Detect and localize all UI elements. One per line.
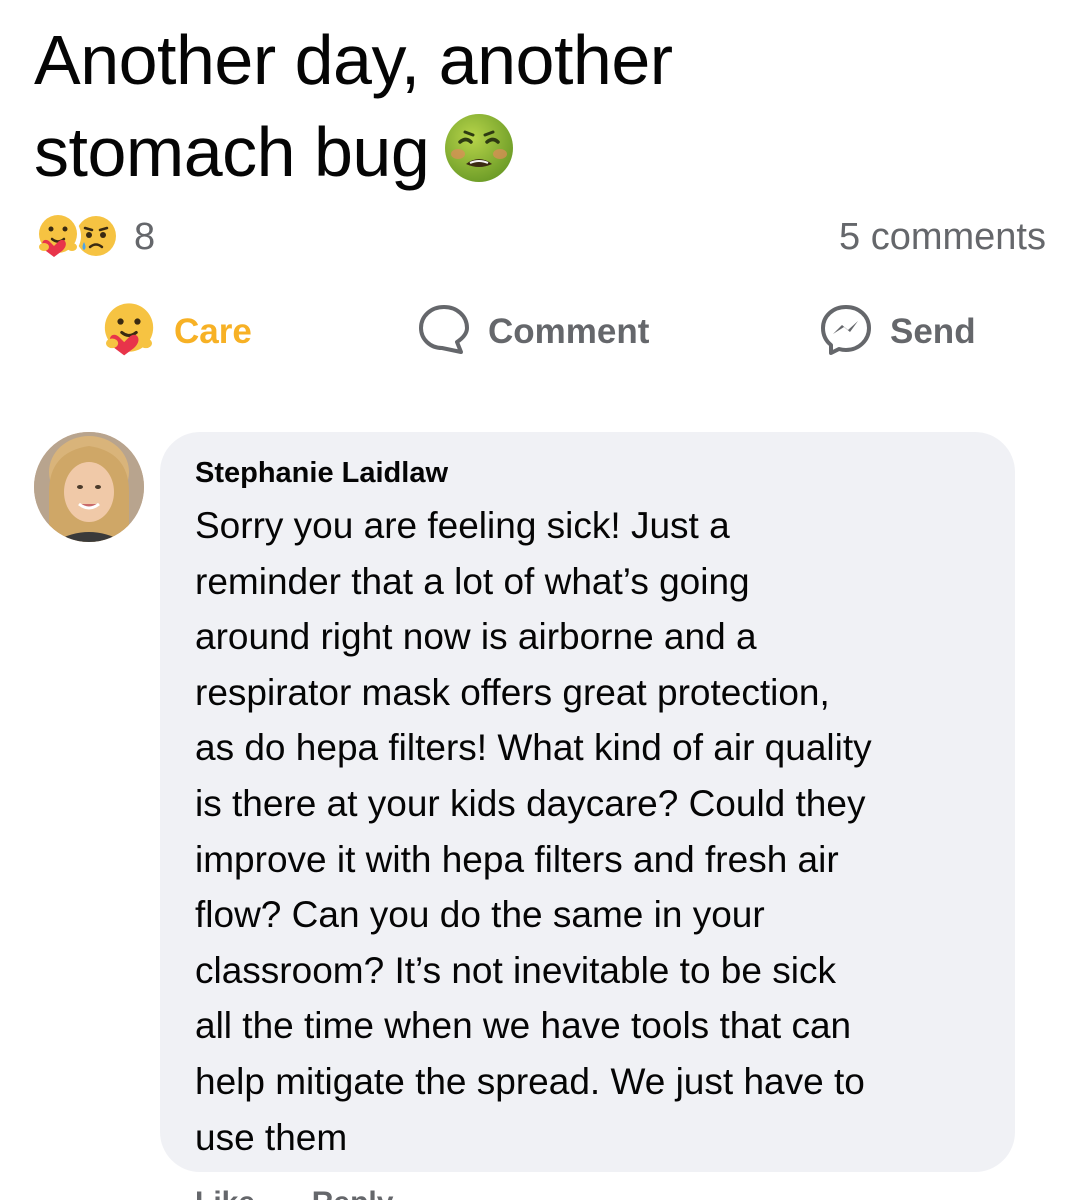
reaction-summary[interactable] bbox=[34, 212, 134, 260]
post-title: Another day, another stomach bug bbox=[34, 14, 1034, 206]
comment-line: classroom? It’s not inevitable to be sic… bbox=[195, 949, 836, 991]
avatar[interactable] bbox=[34, 432, 144, 542]
comment-line: is there at your kids daycare? Could the… bbox=[195, 782, 866, 824]
comment-author[interactable]: Stephanie Laidlaw bbox=[195, 454, 983, 492]
reaction-count[interactable]: 8 bbox=[134, 216, 155, 259]
comment-line: Sorry you are feeling sick! Just a bbox=[195, 505, 730, 546]
post-title-line-1: Another day, another bbox=[34, 21, 673, 99]
comment-button-label: Comment bbox=[488, 312, 650, 351]
comment-footer-actions: Like Reply bbox=[195, 1186, 393, 1200]
care-reaction-icon bbox=[100, 301, 158, 364]
reply-comment-button[interactable]: Reply bbox=[312, 1186, 394, 1200]
messenger-icon bbox=[818, 302, 874, 363]
send-button[interactable]: Send bbox=[818, 296, 976, 368]
comment-line: use them bbox=[195, 1116, 348, 1158]
comments-count-link[interactable]: 5 comments bbox=[839, 216, 1046, 259]
comment-line: improve it with hepa filters and fresh a… bbox=[195, 838, 839, 880]
comment-line: all the time when we have tools that can bbox=[195, 1005, 852, 1047]
comment-line: reminder that a lot of what’s going bbox=[195, 560, 750, 602]
nauseated-face-icon bbox=[443, 112, 515, 206]
care-button[interactable]: Care bbox=[100, 296, 252, 368]
comment-text: Sorry you are feeling sick! Just a remin… bbox=[195, 498, 983, 1165]
like-comment-button[interactable]: Like bbox=[195, 1186, 255, 1200]
comment-line: as do hepa filters! What kind of air qua… bbox=[195, 727, 872, 769]
comment-button[interactable]: Comment bbox=[416, 296, 649, 368]
comment-line: flow? Can you do the same in your bbox=[195, 894, 765, 936]
comment-bubble: Stephanie Laidlaw Sorry you are feeling … bbox=[160, 432, 1015, 1172]
send-button-label: Send bbox=[890, 312, 976, 351]
post-stats-row: 8 5 comments bbox=[34, 210, 1046, 262]
comment-line: respirator mask offers great protection, bbox=[195, 671, 830, 713]
post-title-line-2: stomach bug bbox=[34, 106, 1034, 206]
comment-line: around right now is airborne and a bbox=[195, 616, 757, 658]
comment-line: help mitigate the spread. We just have t… bbox=[195, 1060, 865, 1102]
care-reaction-icon bbox=[34, 212, 82, 265]
comment-bubble-icon bbox=[416, 302, 472, 363]
care-button-label: Care bbox=[174, 312, 252, 351]
post-action-bar: Care Comment Send bbox=[0, 296, 1081, 368]
